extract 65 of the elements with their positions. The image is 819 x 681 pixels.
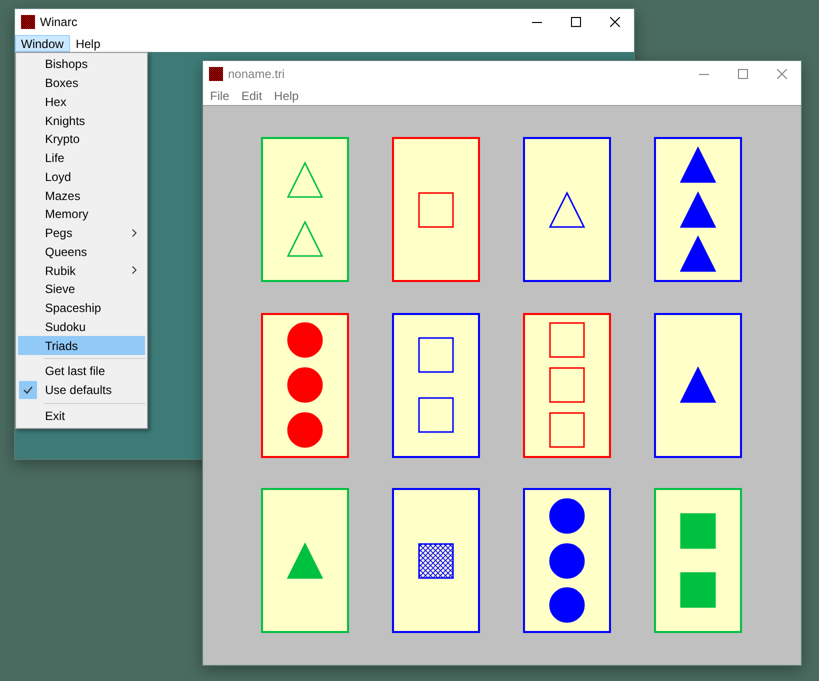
menu-item[interactable]: Queens [18,242,145,262]
square-symbol [680,512,716,548]
square-symbol [418,192,454,228]
window-title: noname.tri [228,67,286,81]
menu-item[interactable]: Life [18,148,145,168]
card[interactable] [392,137,480,282]
triangle-symbol [548,190,586,228]
close-icon [610,17,620,27]
app-icon [209,67,223,81]
close-icon [776,69,786,79]
card[interactable] [392,312,480,458]
menu-item[interactable]: Rubik [18,261,145,280]
menu-item[interactable]: Help [268,87,305,104]
circle-symbol [549,588,585,623]
square-symbol [418,542,454,578]
menu-item[interactable]: Boxes [18,74,145,92]
triangle-symbol [286,160,324,198]
square-symbol [418,397,454,433]
menu-item[interactable]: Edit [235,87,268,104]
circle-symbol [287,322,323,358]
check-icon [23,386,33,394]
menu-item[interactable]: Hex [18,92,145,112]
triangle-symbol [680,366,716,403]
square-symbol [418,337,454,373]
menu-item[interactable]: Pegs [18,224,145,242]
triangle-symbol [286,220,324,258]
triangle-symbol [680,190,716,228]
menu-item[interactable]: Mazes [18,186,145,205]
card[interactable] [523,488,611,633]
card[interactable] [392,488,480,633]
card[interactable] [523,137,611,282]
maximize-icon [738,69,748,79]
triangle-symbol [680,146,716,182]
menu-item[interactable]: Exit [18,406,145,426]
menu-item[interactable]: Spaceship [18,298,145,318]
menu-item[interactable]: File [204,87,236,104]
maximize-icon [570,17,580,27]
menu-item[interactable]: Bishops [18,55,145,74]
window-title: Winarc [40,15,78,29]
menu-item[interactable]: Help [70,35,106,52]
square-symbol [549,412,585,448]
menu-item[interactable]: Loyd [18,168,145,186]
triangle-symbol [286,542,324,578]
app-icon [21,15,35,29]
square-symbol [549,367,585,403]
menu-item[interactable]: Krypto [18,130,145,149]
card[interactable] [523,312,611,458]
square-symbol [549,322,585,358]
card[interactable] [654,137,742,282]
menu-item[interactable]: Get last file [18,362,145,381]
card[interactable] [654,312,742,458]
menu-item[interactable]: Sieve [18,280,145,299]
menu-item[interactable]: Memory [18,205,145,224]
menu-item[interactable]: Triads [18,336,145,355]
menu-item[interactable]: Window [15,35,70,52]
square-symbol [680,572,716,608]
circle-symbol [287,367,323,403]
card[interactable] [261,312,349,458]
circle-symbol [287,412,323,448]
menu-item[interactable]: Sudoku [18,318,145,336]
menu-item[interactable]: Knights [18,111,145,130]
circle-symbol [549,542,585,578]
triangle-symbol [680,236,716,272]
circle-symbol [549,498,585,534]
menu-item[interactable]: Use defaults [18,380,145,400]
